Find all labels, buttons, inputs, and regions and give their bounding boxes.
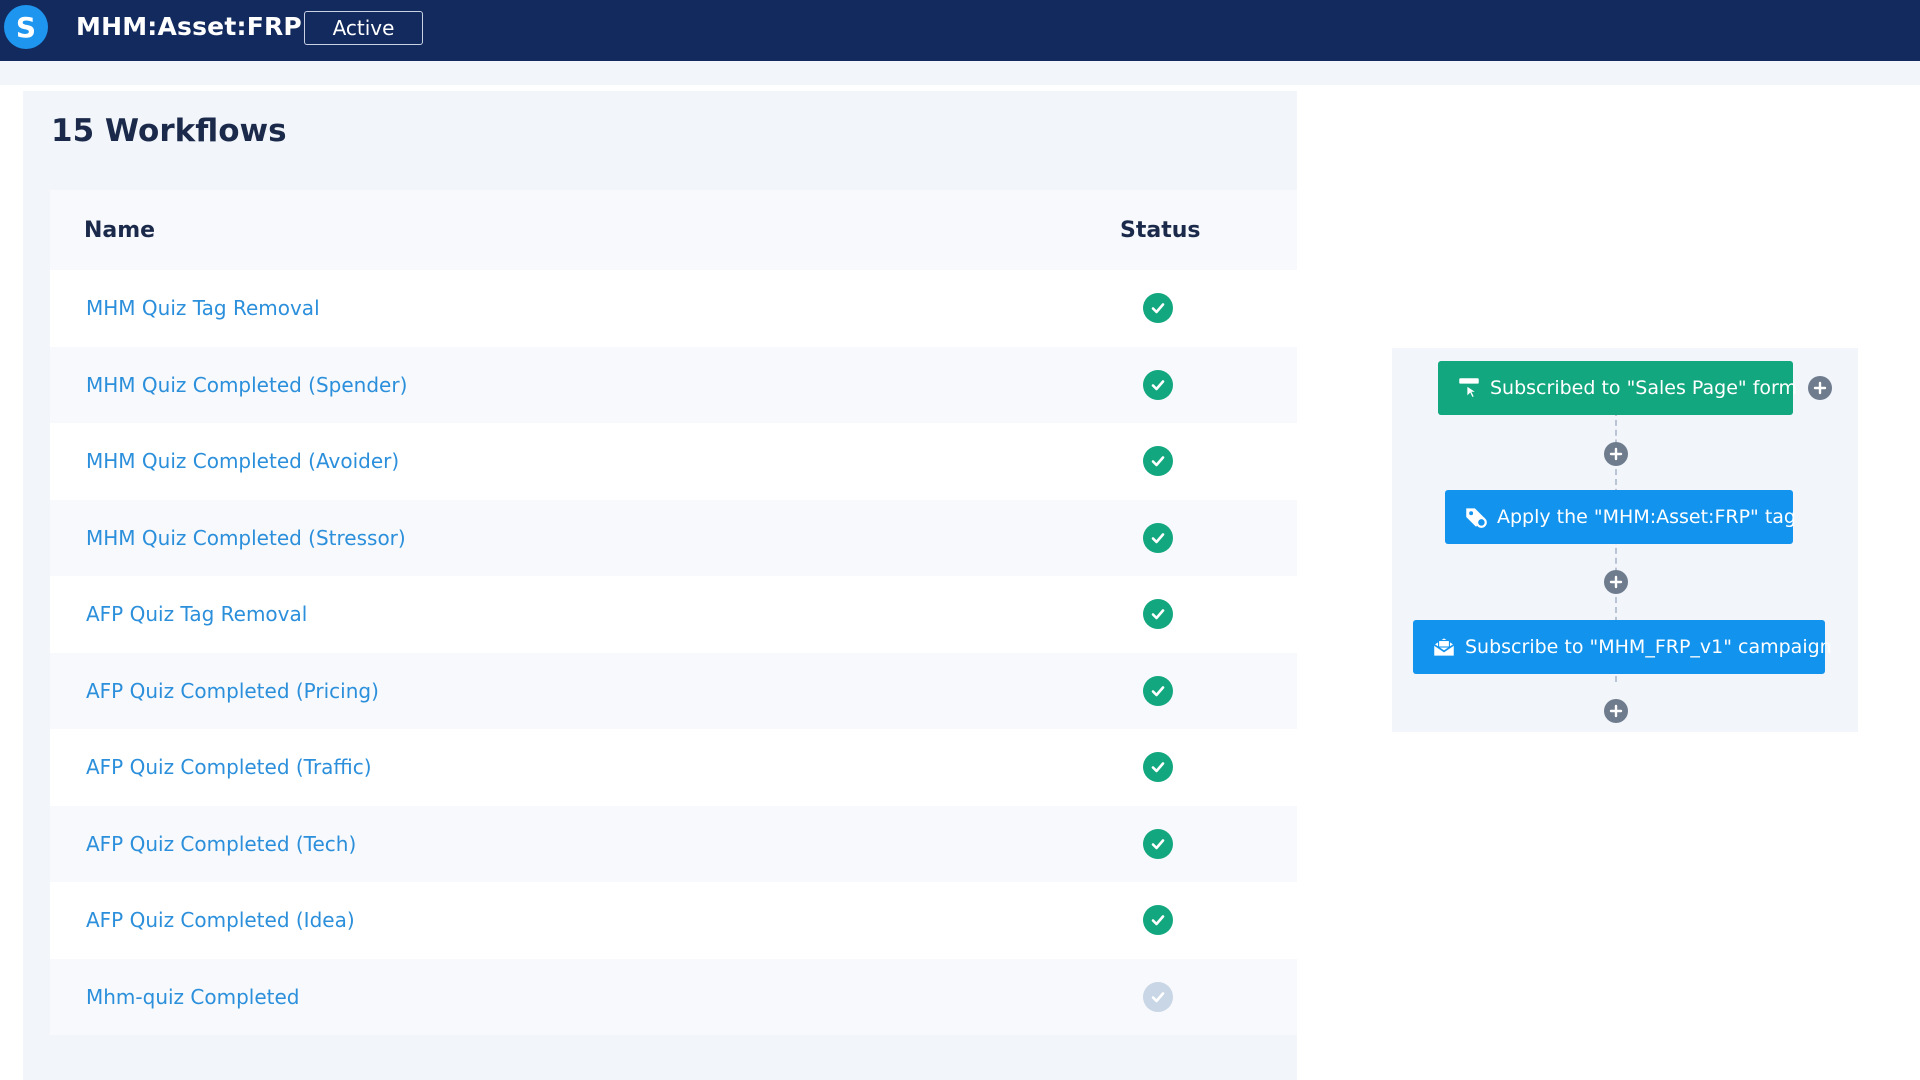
table-row[interactable]: MHM Quiz Completed (Avoider) [50,423,1297,500]
action-node-apply-tag[interactable]: Apply the "MHM:Asset:FRP" tag [1445,490,1796,544]
action-node-subscribe-campaign[interactable]: Subscribe to "MHM_FRP_v1" campaign [1413,620,1832,674]
sub-bar [0,61,1920,85]
column-header-status[interactable]: Status [1120,218,1200,243]
status-check-icon [1143,828,1173,859]
status-check-icon [1143,293,1173,324]
workflows-table: Name Status MHM Quiz Tag Removal MHM Quiz… [50,190,1297,1035]
table-row[interactable]: Mhm-quiz Completed [50,958,1297,1035]
workflow-name-link[interactable]: Mhm-quiz Completed [86,985,300,1009]
workflow-name-link[interactable]: AFP Quiz Completed (Idea) [86,908,355,932]
table-row[interactable]: AFP Quiz Completed (Tech) [50,805,1297,882]
status-check-icon [1143,675,1173,706]
table-row[interactable]: MHM Quiz Completed (Stressor) [50,499,1297,576]
top-bar: S MHM:Asset:FRP Active [0,0,1920,61]
add-step-button[interactable] [1604,442,1628,466]
trigger-node-form[interactable]: Subscribed to "Sales Page" form [1438,361,1797,415]
status-check-icon [1143,599,1173,630]
trigger-node-label: Subscribed to "Sales Page" form [1490,377,1797,399]
workflow-name-link[interactable]: MHM Quiz Completed (Spender) [86,373,407,397]
add-step-button[interactable] [1604,699,1628,723]
form-icon [1456,374,1482,402]
status-badge[interactable]: Active [304,11,423,45]
table-header: Name Status [50,190,1297,270]
add-step-button[interactable] [1604,570,1628,594]
action-node-label: Subscribe to "MHM_FRP_v1" campaign [1465,636,1832,658]
workflow-diagram: Subscribed to "Sales Page" form Apply th… [1392,348,1858,732]
table-row[interactable]: AFP Quiz Completed (Pricing) [50,652,1297,729]
workflow-name-link[interactable]: AFP Quiz Completed (Tech) [86,832,356,856]
table-row[interactable]: AFP Quiz Completed (Traffic) [50,729,1297,806]
app-logo[interactable]: S [4,5,48,49]
add-trigger-button[interactable] [1808,376,1832,400]
workflow-name-link[interactable]: MHM Quiz Completed (Stressor) [86,526,406,550]
workflow-name-link[interactable]: AFP Quiz Completed (Pricing) [86,679,379,703]
workflow-name-link[interactable]: MHM Quiz Completed (Avoider) [86,449,399,473]
table-row[interactable]: MHM Quiz Tag Removal [50,270,1297,347]
workflows-panel: 15 Workflows Name Status MHM Quiz Tag Re… [23,91,1297,1080]
workflow-name-link[interactable]: AFP Quiz Completed (Traffic) [86,755,372,779]
tag-icon [1463,503,1489,531]
table-body: MHM Quiz Tag Removal MHM Quiz Completed (… [50,270,1297,1035]
table-row[interactable]: AFP Quiz Tag Removal [50,576,1297,653]
column-header-name[interactable]: Name [84,218,155,243]
page-title: MHM:Asset:FRP [76,12,302,41]
mail-icon [1431,633,1457,661]
table-row[interactable]: MHM Quiz Completed (Spender) [50,346,1297,423]
status-check-icon [1143,369,1173,400]
status-check-icon [1143,446,1173,477]
status-check-icon [1143,981,1173,1012]
status-check-icon [1143,522,1173,553]
table-row[interactable]: AFP Quiz Completed (Idea) [50,882,1297,959]
workflow-name-link[interactable]: MHM Quiz Tag Removal [86,296,320,320]
status-check-icon [1143,752,1173,783]
workflows-count-title: 15 Workflows [51,113,287,149]
status-check-icon [1143,905,1173,936]
workflow-name-link[interactable]: AFP Quiz Tag Removal [86,602,307,626]
action-node-label: Apply the "MHM:Asset:FRP" tag [1497,506,1796,528]
